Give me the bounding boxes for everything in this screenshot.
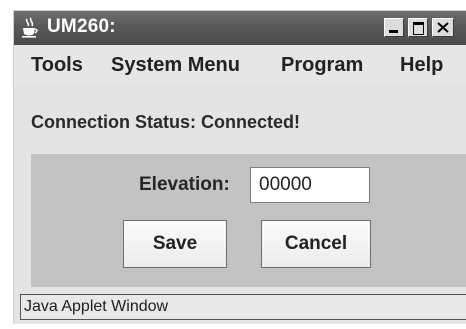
close-button[interactable]: [432, 18, 454, 37]
menu-bar: Tools System Menu Program Help: [14, 45, 466, 85]
title-bar[interactable]: UM260:: [14, 11, 466, 45]
menu-help[interactable]: Help: [400, 54, 443, 77]
menu-program[interactable]: Program: [281, 54, 363, 77]
menu-tools[interactable]: Tools: [31, 54, 83, 77]
connection-status: Connection Status: Connected!: [31, 112, 300, 132]
close-icon: [437, 22, 449, 33]
elevation-panel: Elevation: Save Cancel: [31, 154, 466, 287]
applet-status-bar: Java Applet Window: [20, 294, 466, 320]
minimize-button[interactable]: [384, 18, 404, 37]
elevation-input[interactable]: [250, 167, 370, 203]
save-button[interactable]: Save: [123, 220, 227, 268]
window-title: UM260:: [47, 16, 116, 37]
applet-warning-text: Java Applet Window: [24, 298, 169, 315]
elevation-label: Elevation:: [139, 174, 230, 195]
menu-system-menu[interactable]: System Menu: [111, 54, 240, 77]
maximize-button[interactable]: [408, 18, 428, 37]
applet-window: UM260: Tools System Menu Program Help Co…: [13, 10, 466, 324]
cancel-button[interactable]: Cancel: [261, 220, 371, 268]
java-cup-icon: [20, 17, 40, 39]
